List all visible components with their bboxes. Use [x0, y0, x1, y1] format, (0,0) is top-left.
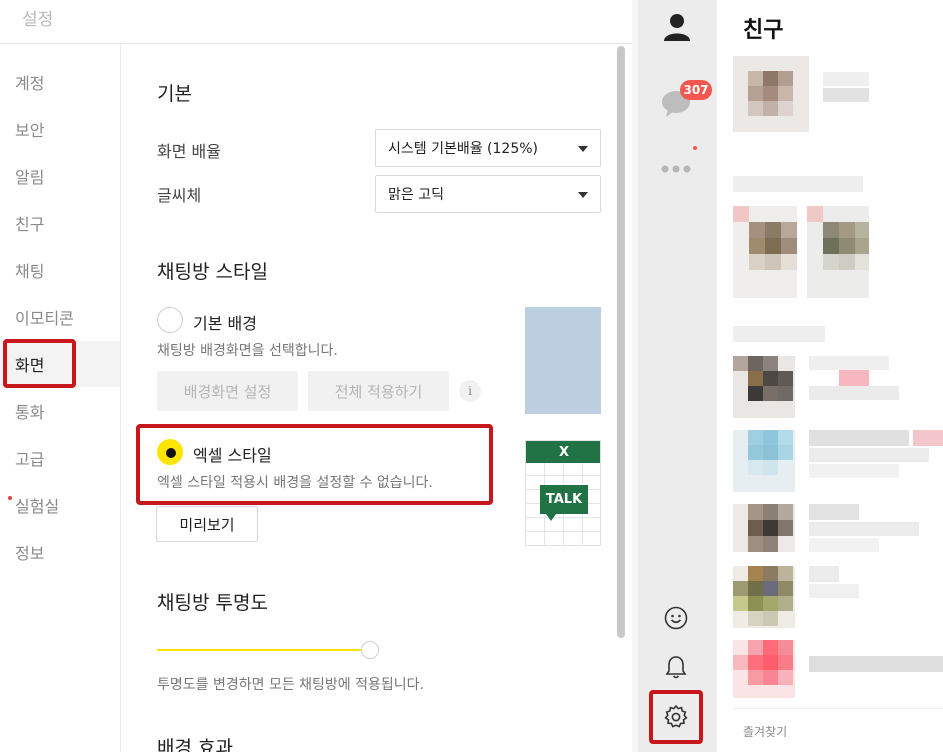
scale-label: 화면 배율: [157, 142, 221, 161]
excel-style-preview: X TALK: [525, 440, 601, 546]
nav-item-notifications[interactable]: 알림: [0, 153, 120, 199]
emoji-icon[interactable]: [664, 606, 688, 630]
favorites-label: 즐겨찾기: [743, 725, 788, 739]
radio-basic-background[interactable]: [157, 307, 183, 333]
blurred-section-header: [733, 176, 863, 192]
new-dot: [8, 496, 12, 500]
nav-item-call[interactable]: 통화: [0, 388, 120, 434]
basic-background-desc: 채팅방 배경화면을 선택합니다.: [157, 343, 338, 359]
transparency-slider-track[interactable]: [157, 649, 371, 651]
talk-bubble-tail: [546, 514, 556, 521]
blurred-avatar: [733, 206, 869, 298]
blurred-friend-row: [733, 566, 859, 628]
bell-icon[interactable]: [665, 654, 687, 680]
section-basic-heading: 기본: [157, 83, 192, 105]
blurred-section-header: [733, 326, 825, 342]
favorites-divider: [733, 708, 943, 709]
highlight-box-excel: [136, 424, 493, 505]
set-background-button[interactable]: 배경화면 설정: [157, 371, 298, 411]
blurred-name: [823, 72, 869, 102]
blurred-friend-row: [733, 430, 943, 492]
section-transparency-heading: 채팅방 투명도: [157, 592, 268, 614]
info-icon[interactable]: i: [459, 380, 481, 402]
preview-button[interactable]: 미리보기: [156, 506, 258, 542]
nav-item-friends[interactable]: 친구: [0, 200, 120, 246]
nav-item-emoticon[interactable]: 이모티콘: [0, 294, 120, 340]
nav-item-security[interactable]: 보안: [0, 106, 120, 152]
apply-all-button[interactable]: 전체 적용하기: [308, 371, 449, 411]
settings-scrollbar[interactable]: [617, 46, 625, 638]
nav-item-advanced[interactable]: 고급: [0, 435, 120, 481]
highlight-box-gear: [649, 690, 703, 744]
font-select[interactable]: 맑은 고딕: [375, 175, 601, 213]
app-screen: 설정 계정 보안 알림 친구 채팅 이모티콘 화면 통화 고급 실험실 정보 기…: [0, 0, 943, 752]
excel-header: X: [526, 441, 600, 463]
talk-bubble: TALK: [540, 485, 588, 514]
nav-item-chat[interactable]: 채팅: [0, 247, 120, 293]
settings-content: 기본 화면 배율 시스템 기본배율 (125%) 글씨체 맑은 고딕 채팅방 스…: [121, 44, 611, 752]
nav-item-account[interactable]: 계정: [0, 59, 120, 105]
transparency-slider-thumb[interactable]: [361, 641, 379, 659]
more-icon[interactable]: [661, 164, 691, 174]
new-dot: [693, 146, 697, 150]
friends-panel: 친구 즐겨찾기: [717, 0, 943, 752]
blurred-friend-row: [733, 504, 919, 552]
transparency-desc: 투명도를 변경하면 모든 채팅방에 적용됩니다.: [157, 677, 424, 693]
scale-select[interactable]: 시스템 기본배율 (125%): [375, 129, 601, 167]
unread-count-badge: 307: [680, 80, 712, 100]
blurred-friend-row: [733, 640, 943, 698]
friends-title: 친구: [743, 18, 784, 43]
blurred-friend-row: [733, 356, 899, 418]
font-label: 글씨체: [157, 186, 202, 205]
highlight-box-nav: [3, 339, 76, 388]
section-chat-style-heading: 채팅방 스타일: [157, 261, 268, 283]
basic-background-label: 기본 배경: [193, 314, 257, 333]
chevron-down-icon: [578, 192, 588, 198]
person-icon[interactable]: [662, 12, 692, 42]
settings-window: 설정 계정 보안 알림 친구 채팅 이모티콘 화면 통화 고급 실험실 정보 기…: [0, 0, 632, 752]
main-sidebar: [638, 0, 717, 752]
nav-item-lab[interactable]: 실험실: [0, 482, 120, 528]
settings-title: 설정: [22, 10, 54, 30]
basic-background-preview: [525, 307, 601, 414]
section-bg-effect-heading: 배경 효과: [157, 737, 233, 752]
chevron-down-icon: [578, 146, 588, 152]
blurred-avatar: [733, 56, 809, 132]
nav-item-info[interactable]: 정보: [0, 529, 120, 575]
